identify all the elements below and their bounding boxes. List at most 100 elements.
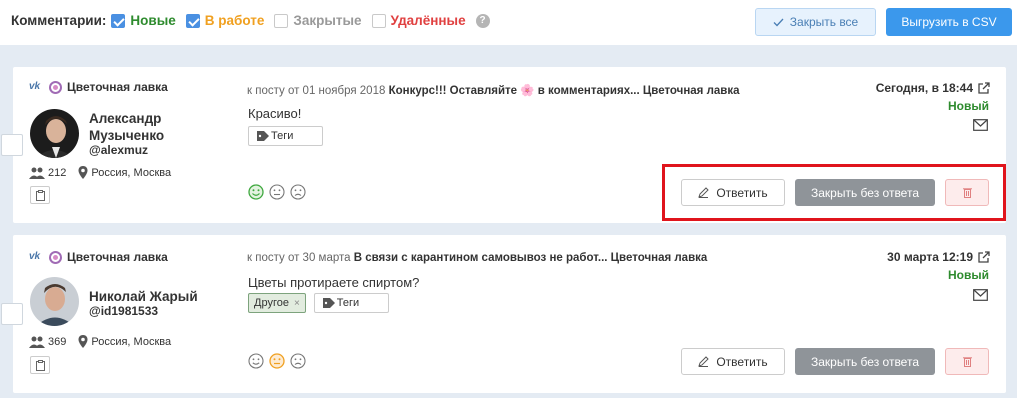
- filter-deleted-checkbox[interactable]: [371, 13, 386, 28]
- source-name: Цветочная лавка: [67, 80, 168, 94]
- comment-date: Сегодня, в 18:44: [876, 81, 990, 95]
- group-logo-icon: [49, 250, 62, 264]
- pencil-icon: [698, 187, 710, 198]
- author-name-line1: Александр: [89, 111, 162, 126]
- post-reference[interactable]: к посту от 30 марта В связи с карантином…: [247, 252, 707, 264]
- tags-placeholder: Теги: [271, 130, 294, 142]
- envelope-icon[interactable]: [973, 289, 988, 301]
- comment-source: vk Цветочная лавка: [29, 80, 168, 94]
- filter-closed-label: Закрытые: [293, 13, 362, 28]
- followers-icon: [29, 167, 45, 179]
- filter-new[interactable]: Новые: [111, 13, 176, 28]
- followers-count: 369: [48, 335, 67, 348]
- vk-icon: vk: [29, 81, 41, 92]
- filter-deleted[interactable]: Удалённые: [371, 13, 466, 28]
- remove-tag-icon[interactable]: ×: [294, 298, 300, 309]
- avatar[interactable]: [30, 109, 79, 158]
- filter-in-progress[interactable]: В работе: [185, 13, 265, 28]
- delete-button[interactable]: [945, 348, 989, 375]
- trash-icon: [962, 188, 972, 198]
- tag-icon: [322, 298, 335, 308]
- row-select-checkbox[interactable]: [1, 303, 23, 325]
- sentiment-selector: [248, 353, 306, 369]
- filter-new-checkbox[interactable]: [111, 13, 126, 28]
- vk-icon: vk: [29, 251, 41, 262]
- author-stats: 212 Россия, Москва: [29, 166, 171, 179]
- pencil-icon: [698, 356, 710, 367]
- reply-button[interactable]: Ответить: [681, 179, 785, 206]
- location-pin-icon: [78, 335, 88, 348]
- author-name[interactable]: Александр Музыченко: [89, 110, 164, 144]
- followers-count: 212: [48, 166, 67, 179]
- clipboard-icon: [35, 189, 45, 201]
- close-without-reply-button[interactable]: Закрыть без ответа: [795, 179, 935, 206]
- external-link-icon[interactable]: [978, 251, 990, 263]
- comment-source: vk Цветочная лавка: [29, 250, 168, 264]
- post-title: Конкурс!!! Оставляйте 🌸 в комментариях..…: [388, 85, 740, 97]
- export-csv-button[interactable]: Выгрузить в CSV: [886, 8, 1012, 36]
- tags-row: Другое × Теги: [248, 293, 389, 313]
- followers-icon: [29, 336, 45, 348]
- reply-label: Ответить: [716, 185, 768, 200]
- avatar-image: [30, 277, 79, 326]
- status-badge: Новый: [948, 99, 989, 113]
- author-name[interactable]: Николай Жарый: [89, 288, 198, 305]
- author-handle[interactable]: @alexmuz: [89, 143, 148, 157]
- positive-smile-icon[interactable]: [248, 184, 264, 200]
- check-icon: [773, 18, 784, 26]
- close-without-reply-button[interactable]: Закрыть без ответа: [795, 348, 935, 375]
- group-logo-icon: [49, 80, 62, 94]
- positive-face-icon[interactable]: [248, 353, 264, 369]
- location-pin-icon: [78, 166, 88, 179]
- avatar[interactable]: [30, 277, 79, 326]
- filter-deleted-label: Удалённые: [390, 13, 466, 28]
- tags-input[interactable]: Теги: [313, 293, 389, 313]
- post-date: к посту от 01 ноября 2018: [247, 85, 386, 97]
- filter-closed[interactable]: Закрытые: [274, 13, 362, 28]
- status-badge: Новый: [948, 268, 989, 282]
- close-without-reply-label: Закрыть без ответа: [811, 185, 919, 200]
- external-link-icon[interactable]: [978, 82, 990, 94]
- toolbar: Комментарии: Новые В работе Закрытые Уда…: [0, 0, 1017, 45]
- tags-placeholder: Теги: [336, 297, 360, 309]
- source-name: Цветочная лавка: [67, 250, 168, 264]
- negative-face-icon[interactable]: [290, 353, 306, 369]
- author-location: Россия, Москва: [91, 166, 172, 179]
- comment-date-text: 30 марта 12:19: [887, 250, 973, 264]
- tags-row: Теги: [248, 126, 323, 146]
- close-all-label: Закрыть все: [789, 15, 859, 29]
- copy-button[interactable]: [30, 356, 50, 374]
- post-title: В связи с карантином самовывоз не работ.…: [353, 252, 708, 264]
- sentiment-selector: [248, 184, 306, 200]
- neutral-face-icon[interactable]: [269, 353, 285, 369]
- negative-face-icon[interactable]: [290, 184, 306, 200]
- filter-in-progress-checkbox[interactable]: [185, 13, 200, 28]
- envelope-icon[interactable]: [973, 119, 988, 131]
- author-stats: 369 Россия, Москва: [29, 335, 171, 348]
- tag-icon: [257, 131, 269, 141]
- filter-in-progress-label: В работе: [204, 13, 265, 28]
- close-all-button[interactable]: Закрыть все: [755, 8, 876, 36]
- author-handle[interactable]: @id1981533: [89, 304, 158, 318]
- neutral-face-icon[interactable]: [269, 184, 285, 200]
- export-csv-label: Выгрузить в CSV: [901, 15, 997, 29]
- clipboard-icon: [35, 359, 45, 371]
- comment-text: Цветы протираете спиртом?: [248, 275, 420, 290]
- tags-input[interactable]: Теги: [248, 126, 323, 146]
- reply-button[interactable]: Ответить: [681, 348, 785, 375]
- close-without-reply-label: Закрыть без ответа: [811, 354, 919, 369]
- filter-closed-checkbox[interactable]: [274, 13, 289, 28]
- tag-chip-label: Другое: [254, 297, 289, 309]
- filter-new-label: Новые: [130, 13, 176, 28]
- row-select-checkbox[interactable]: [1, 134, 23, 156]
- comment-text: Красиво!: [248, 106, 302, 121]
- trash-icon: [962, 357, 972, 367]
- tag-chip[interactable]: Другое ×: [248, 293, 306, 313]
- question-icon[interactable]: ?: [475, 13, 490, 28]
- delete-button[interactable]: [945, 179, 989, 206]
- post-reference[interactable]: к посту от 01 ноября 2018 Конкурс!!! Ост…: [247, 83, 740, 97]
- author-location: Россия, Москва: [91, 335, 172, 348]
- copy-button[interactable]: [30, 186, 50, 204]
- filter-group: Комментарии: Новые В работе Закрытые Уда…: [11, 13, 490, 28]
- reply-label: Ответить: [716, 354, 768, 369]
